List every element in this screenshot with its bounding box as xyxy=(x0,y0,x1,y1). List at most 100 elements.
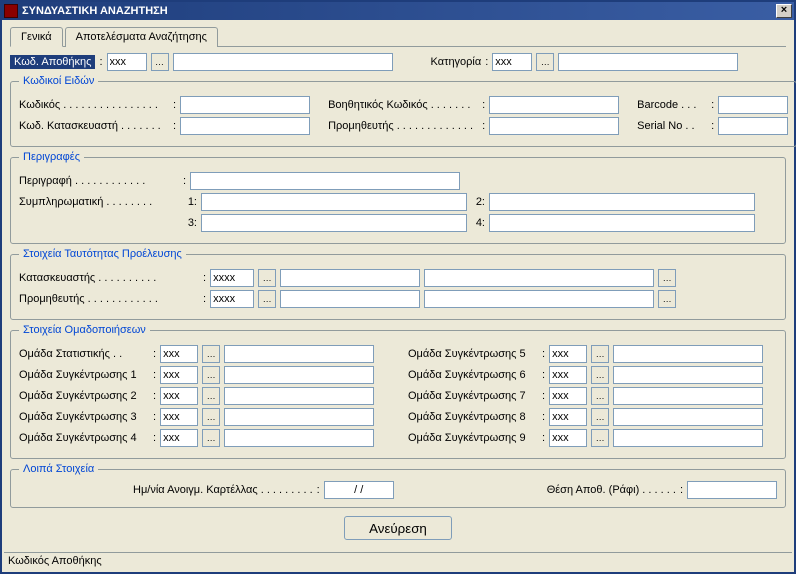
aux-code-input[interactable] xyxy=(489,96,619,114)
group-c5-lookup[interactable] xyxy=(591,345,609,363)
manufacturer-desc2[interactable] xyxy=(424,269,654,287)
group-c1-code[interactable] xyxy=(160,366,198,384)
statusbar: Κωδικός Αποθήκης xyxy=(4,552,792,570)
group-c4-code[interactable] xyxy=(160,429,198,447)
tab-results[interactable]: Αποτελέσματα Αναζήτησης xyxy=(65,27,218,47)
warehouse-desc-input[interactable] xyxy=(173,53,393,71)
category-code-input[interactable] xyxy=(492,53,532,71)
group-c9-label: Ομάδα Συγκέντρωσης 9 xyxy=(408,432,538,444)
group-c1-desc[interactable] xyxy=(224,366,374,384)
group-stat-desc[interactable] xyxy=(224,345,374,363)
origin-group: Στοιχεία Ταυτότητας Προέλευσης Κατασκευα… xyxy=(10,248,786,320)
group-c7-code[interactable] xyxy=(549,387,587,405)
group-c6-desc[interactable] xyxy=(613,366,763,384)
manufacturer-code-input[interactable] xyxy=(210,269,254,287)
serial-input[interactable] xyxy=(718,117,788,135)
group-c3-desc[interactable] xyxy=(224,408,374,426)
opendate-input[interactable] xyxy=(324,481,394,499)
origin-supplier-lookup2[interactable] xyxy=(658,290,676,308)
item-codes-group: Κωδικοί Ειδών Κωδικός . . . . . . . . . … xyxy=(10,75,796,147)
group-c7-desc[interactable] xyxy=(613,387,763,405)
group-c9-lookup[interactable] xyxy=(591,429,609,447)
category-label: Κατηγορία xyxy=(431,56,482,68)
group-c3-lookup[interactable] xyxy=(202,408,220,426)
group-c2-label: Ομάδα Συγκέντρωσης 2 xyxy=(19,390,149,402)
warehouse-code-lookup[interactable] xyxy=(151,53,169,71)
group-c9-desc[interactable] xyxy=(613,429,763,447)
search-button[interactable]: Ανεύρεση xyxy=(344,516,452,540)
groups-group: Στοιχεία Ομαδοποιήσεων Ομάδα Στατιστικής… xyxy=(10,324,786,459)
code-label: Κωδικός . . . . . . . . . . . . . . . . xyxy=(19,99,169,111)
group-c3-label: Ομάδα Συγκέντρωσης 3 xyxy=(19,411,149,423)
group-c7-lookup[interactable] xyxy=(591,387,609,405)
group-c9-code[interactable] xyxy=(549,429,587,447)
origin-legend: Στοιχεία Ταυτότητας Προέλευσης xyxy=(19,248,186,260)
close-icon[interactable]: × xyxy=(776,4,792,18)
group-c8-label: Ομάδα Συγκέντρωσης 8 xyxy=(408,411,538,423)
titlebar: ΣΥΝΔΥΑΣΤΙΚΗ ΑΝΑΖΗΤΗΣΗ × xyxy=(2,2,794,20)
mfr-code-label: Κωδ. Κατασκευαστή . . . . . . . xyxy=(19,120,169,132)
supplier-code-label: Προμηθευτής . . . . . . . . . . . . . xyxy=(328,120,478,132)
category-desc-input[interactable] xyxy=(558,53,738,71)
tab-general[interactable]: Γενικά xyxy=(10,27,63,47)
group-c7-label: Ομάδα Συγκέντρωσης 7 xyxy=(408,390,538,402)
supp3-input[interactable] xyxy=(201,214,467,232)
descriptions-group: Περιγραφές Περιγραφή . . . . . . . . . .… xyxy=(10,151,786,244)
supplier-code-input[interactable] xyxy=(489,117,619,135)
supp2-input[interactable] xyxy=(489,193,755,211)
item-codes-legend: Κωδικοί Ειδών xyxy=(19,75,98,87)
status-text: Κωδικός Αποθήκης xyxy=(8,555,102,567)
descriptions-legend: Περιγραφές xyxy=(19,151,84,163)
manufacturer-desc1[interactable] xyxy=(280,269,420,287)
window-title: ΣΥΝΔΥΑΣΤΙΚΗ ΑΝΑΖΗΤΗΣΗ xyxy=(22,5,776,17)
app-icon xyxy=(4,4,18,18)
group-c6-label: Ομάδα Συγκέντρωσης 6 xyxy=(408,369,538,381)
group-c5-code[interactable] xyxy=(549,345,587,363)
code-input[interactable] xyxy=(180,96,310,114)
supp4-input[interactable] xyxy=(489,214,755,232)
group-c2-desc[interactable] xyxy=(224,387,374,405)
groups-legend: Στοιχεία Ομαδοποιήσεων xyxy=(19,324,150,336)
warehouse-code-label: Κωδ. Αποθήκης xyxy=(10,55,95,69)
origin-supplier-lookup[interactable] xyxy=(258,290,276,308)
manufacturer-label: Κατασκευαστής . . . . . . . . . . xyxy=(19,272,199,284)
shelf-label: Θέση Αποθ. (Ράφι) . . . . . . xyxy=(547,484,676,496)
barcode-input[interactable] xyxy=(718,96,788,114)
group-c3-code[interactable] xyxy=(160,408,198,426)
group-stat-label: Ομάδα Στατιστικής . . xyxy=(19,348,149,360)
category-lookup[interactable] xyxy=(536,53,554,71)
origin-supplier-desc1[interactable] xyxy=(280,290,420,308)
group-c5-label: Ομάδα Συγκέντρωσης 5 xyxy=(408,348,538,360)
group-c2-code[interactable] xyxy=(160,387,198,405)
tab-strip: Γενικά Αποτελέσματα Αναζήτησης xyxy=(10,26,786,47)
barcode-label: Barcode . . . xyxy=(637,99,707,111)
group-c8-desc[interactable] xyxy=(613,408,763,426)
group-stat-code[interactable] xyxy=(160,345,198,363)
group-c5-desc[interactable] xyxy=(613,345,763,363)
mfr-code-input[interactable] xyxy=(180,117,310,135)
group-c4-desc[interactable] xyxy=(224,429,374,447)
group-stat-lookup[interactable] xyxy=(202,345,220,363)
supp1-input[interactable] xyxy=(201,193,467,211)
group-c6-lookup[interactable] xyxy=(591,366,609,384)
shelf-input[interactable] xyxy=(687,481,777,499)
manufacturer-lookup[interactable] xyxy=(258,269,276,287)
serial-label: Serial No . . xyxy=(637,120,707,132)
description-label: Περιγραφή . . . . . . . . . . . . xyxy=(19,175,179,187)
group-c8-code[interactable] xyxy=(549,408,587,426)
group-c8-lookup[interactable] xyxy=(591,408,609,426)
opendate-label: Ημ/νία Ανοιγμ. Καρτέλλας . . . . . . . .… xyxy=(133,484,313,496)
group-c4-lookup[interactable] xyxy=(202,429,220,447)
manufacturer-lookup2[interactable] xyxy=(658,269,676,287)
group-c2-lookup[interactable] xyxy=(202,387,220,405)
group-c6-code[interactable] xyxy=(549,366,587,384)
origin-supplier-desc2[interactable] xyxy=(424,290,654,308)
aux-code-label: Βοηθητικός Κωδικός . . . . . . . xyxy=(328,99,478,111)
other-legend: Λοιπά Στοιχεία xyxy=(19,463,98,475)
description-input[interactable] xyxy=(190,172,460,190)
origin-supplier-label: Προμηθευτής . . . . . . . . . . . . xyxy=(19,293,199,305)
warehouse-code-input[interactable] xyxy=(107,53,147,71)
group-c1-lookup[interactable] xyxy=(202,366,220,384)
origin-supplier-code-input[interactable] xyxy=(210,290,254,308)
supp-desc-label: Συμπληρωματική . . . . . . . . xyxy=(19,196,179,208)
